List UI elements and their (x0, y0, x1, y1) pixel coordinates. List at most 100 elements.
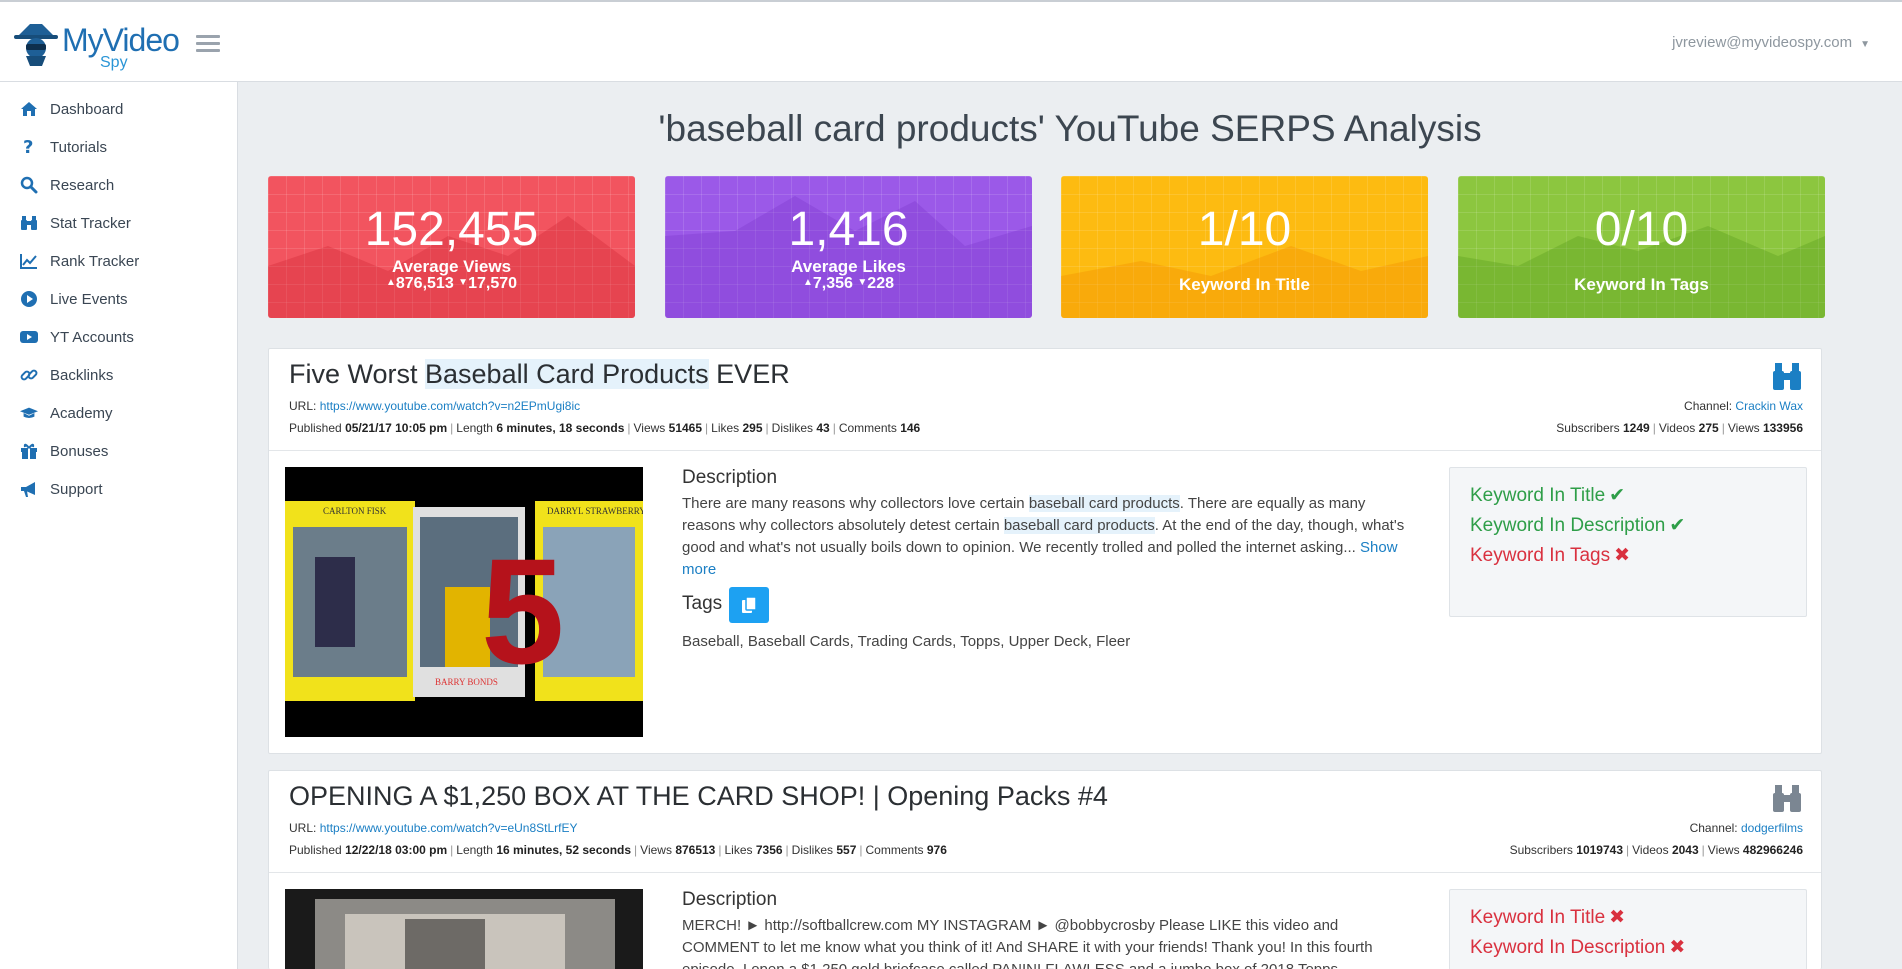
published-value: 05/21/17 10:05 pm (345, 421, 448, 435)
subscribers-value: 1249 (1623, 421, 1650, 435)
subscribers-value: 1019743 (1576, 843, 1623, 857)
sidebar-item-label: Live Events (50, 290, 128, 308)
likes-value: 7356 (755, 843, 783, 857)
user-email: jvreview@myvideospy.com (1672, 34, 1853, 51)
comments-value: 976 (926, 843, 947, 857)
binoculars-icon[interactable] (1771, 361, 1803, 391)
url-label: URL: (289, 399, 317, 413)
thumb-name-right: DARRYL STRAWBERRY (547, 506, 643, 516)
keyword-check-box: Keyword In Title ✖ Keyword In Description… (1449, 889, 1807, 969)
video-thumbnail[interactable] (285, 889, 643, 969)
channel-meta: Subscribers 1019743 | Videos 2043 | Views 48… (1509, 843, 1803, 857)
meta-label: Views (640, 843, 672, 857)
meta-label: Length (456, 843, 493, 857)
channel-views-value: 133956 (1762, 421, 1803, 435)
meta-label: Subscribers (1509, 843, 1573, 857)
description-text: MERCH! ► http://softballcrew.com MY INST… (682, 917, 1373, 969)
sidebar-item-support[interactable]: Support (0, 472, 237, 506)
sidebar-item-yt-accounts[interactable]: YT Accounts (0, 320, 237, 354)
sidebar-item-live-events[interactable]: Live Events (0, 282, 237, 316)
meta-label: Length (456, 421, 493, 435)
average-likes-value: 1,416 (788, 203, 909, 256)
keyword-in-tags-value: 0/10 (1594, 203, 1689, 256)
channel-row: Channel: dodgerfilms (1690, 821, 1803, 835)
thumb-number: 5 (481, 527, 564, 695)
top-bar: MyVideo Spy jvreview@myvideospy.com ▼ (0, 0, 1902, 82)
sidebar-item-label: Rank Tracker (50, 252, 140, 270)
sidebar-item-label: Academy (50, 404, 113, 422)
logo[interactable]: MyVideo Spy (12, 20, 192, 71)
copy-icon (742, 596, 757, 613)
svg-text:?: ? (23, 138, 33, 156)
sidebar-item-tutorials[interactable]: ? Tutorials (0, 130, 237, 164)
sidebar-item-backlinks[interactable]: Backlinks (0, 358, 237, 392)
keyword-in-title-status: Keyword In Title ✔ (1470, 484, 1625, 507)
meta-label: Published (289, 421, 342, 435)
description-part: There are many reasons why collectors lo… (682, 495, 1029, 512)
keyword-highlight: baseball card products (1028, 495, 1180, 512)
video-title[interactable]: OPENING A $1,250 BOX AT THE CARD SHOP! |… (289, 781, 1108, 812)
link-icon (20, 366, 38, 384)
video-thumbnail[interactable]: CARLTON FISK BARRY BONDS DARRYL STRAWBER… (285, 467, 643, 737)
keyword-in-tags-status: Keyword In Tags ✖ (1470, 544, 1630, 567)
home-icon (20, 100, 38, 118)
sidebar-item-label: Research (50, 176, 115, 194)
copy-tags-button[interactable] (729, 587, 769, 623)
cross-icon: ✖ (1669, 937, 1686, 958)
sidebar-item-bonuses[interactable]: Bonuses (0, 434, 237, 468)
sidebar-item-academy[interactable]: Academy (0, 396, 237, 430)
sidebar-item-label: Bonuses (50, 442, 109, 460)
binoculars-icon[interactable] (1771, 783, 1803, 813)
views-high: 876,513 (395, 275, 454, 292)
sidebar-item-stat-tracker[interactable]: Stat Tracker (0, 206, 237, 240)
keyword-in-description-status: Keyword In Description ✖ (1470, 936, 1685, 959)
video-card-header: OPENING A $1,250 BOX AT THE CARD SHOP! |… (269, 771, 1821, 873)
channel-views-value: 482966246 (1742, 843, 1803, 857)
sidebar-item-dashboard[interactable]: Dashboard (0, 92, 237, 126)
tags-heading: Tags (682, 593, 723, 614)
check-icon: ✔ (1609, 485, 1626, 506)
average-likes-card: 1,416 Average Likes ▲7,356 ▼228 (665, 176, 1032, 318)
arrow-up-icon: ▲ (802, 277, 813, 288)
keyword-in-title-value: 1/10 (1197, 203, 1292, 256)
arrow-up-icon: ▲ (385, 277, 396, 288)
cross-icon: ✖ (1609, 907, 1626, 928)
menu-toggle-icon[interactable] (196, 35, 220, 55)
length-value: 6 minutes, 18 seconds (496, 421, 625, 435)
page-title: 'baseball card products' YouTube SERPS A… (658, 108, 1482, 149)
channel-row: Channel: Crackin Wax (1684, 399, 1803, 413)
keyword-status-label: Keyword In Title (1470, 485, 1606, 506)
video-card: Five Worst Baseball Card Products EVER U… (268, 348, 1822, 754)
sidebar-item-label: Support (50, 480, 103, 498)
video-title[interactable]: Five Worst Baseball Card Products EVER (289, 359, 790, 390)
spy-mascot-icon (14, 24, 58, 66)
video-url-row: URL: https://www.youtube.com/watch?v=n2E… (289, 399, 580, 413)
dislikes-value: 557 (836, 843, 857, 857)
video-url-link[interactable]: https://www.youtube.com/watch?v=eUn8StLr… (320, 821, 578, 835)
keyword-in-tags-card: 0/10 Keyword In Tags (1458, 176, 1825, 318)
graduation-cap-icon (20, 404, 38, 422)
meta-label: Dislikes (771, 421, 813, 435)
channel-link[interactable]: dodgerfilms (1741, 821, 1803, 835)
keyword-status-label: Keyword In Description (1470, 937, 1666, 958)
sidebar-item-rank-tracker[interactable]: Rank Tracker (0, 244, 237, 278)
binoculars-icon (20, 214, 38, 232)
meta-label: Subscribers (1556, 421, 1620, 435)
channel-link[interactable]: Crackin Wax (1735, 399, 1803, 413)
user-menu[interactable]: jvreview@myvideospy.com ▼ (1672, 34, 1870, 51)
video-url-link[interactable]: https://www.youtube.com/watch?v=n2EPmUgi… (320, 399, 580, 413)
video-meta: Published 05/21/17 10:05 pm | Length 6 min… (289, 421, 921, 435)
meta-label: Published (289, 843, 342, 857)
meta-label: Dislikes (791, 843, 834, 857)
length-value: 16 minutes, 52 seconds (496, 843, 632, 857)
sidebar-item-label: Backlinks (50, 366, 114, 384)
url-label: URL: (289, 821, 317, 835)
likes-high: 7,356 (812, 275, 853, 292)
video-url-row: URL: https://www.youtube.com/watch?v=eUn… (289, 821, 577, 835)
description-heading: Description (682, 467, 778, 488)
sidebar-item-research[interactable]: Research (0, 168, 237, 202)
views-low: 17,570 (468, 275, 518, 292)
comments-value: 146 (900, 421, 921, 435)
average-likes-label: Average Likes (791, 257, 906, 276)
published-value: 12/22/18 03:00 pm (345, 843, 448, 857)
